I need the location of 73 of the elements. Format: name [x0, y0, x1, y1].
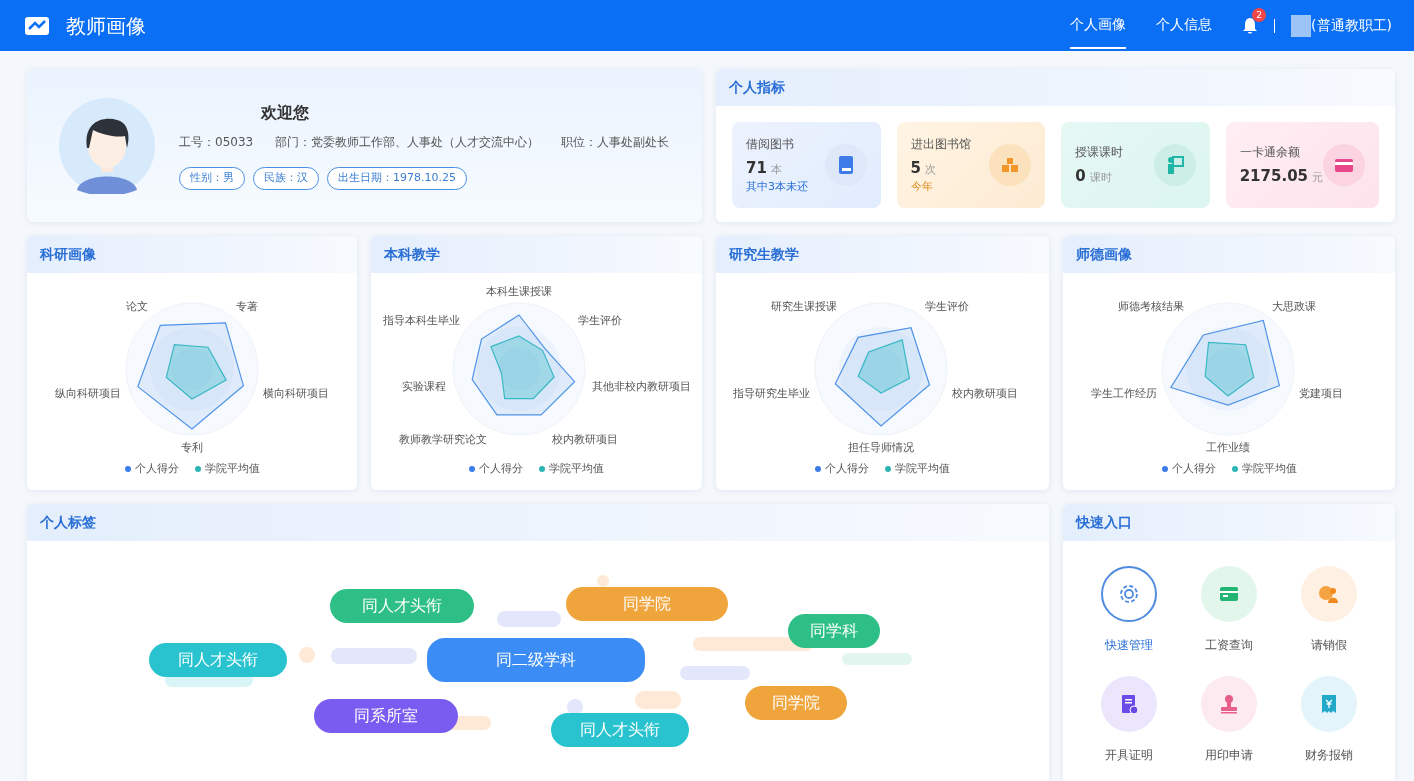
- axis-label: 指导研究生毕业: [732, 387, 810, 401]
- axis-label: 其他非校内教研项目: [592, 380, 692, 394]
- panel-title: 个人指标: [716, 69, 1395, 106]
- stat-label: 借阅图书: [746, 135, 795, 153]
- nav-tab[interactable]: 个人信息: [1156, 2, 1213, 49]
- quick-link[interactable]: 用印申请: [1179, 675, 1279, 765]
- quick-link[interactable]: 开具证明: [1079, 675, 1179, 765]
- quick-link[interactable]: 请销假: [1279, 565, 1379, 655]
- axis-label: 学生工作经历: [1090, 387, 1157, 401]
- quick-link[interactable]: 财务报销: [1279, 675, 1379, 765]
- legend-label: 个人得分: [134, 461, 179, 477]
- notification-badge: 2: [1252, 7, 1267, 22]
- tag-chip[interactable]: 同学科: [788, 614, 880, 648]
- stat-note: 今年: [910, 179, 934, 195]
- profile-field: 部门：党委教师工作部、人事处（人才交流中心）: [275, 133, 540, 152]
- panel-title: 快速入口: [1063, 504, 1395, 541]
- axis-label: 专利: [181, 441, 203, 454]
- nav-tab[interactable]: 个人画像: [1070, 2, 1127, 49]
- legend-label: 学院平均值: [1241, 461, 1297, 477]
- greeting: 欢迎您: [261, 102, 310, 125]
- stat-unit: 课时: [1089, 170, 1112, 184]
- axis-label: 论文: [125, 299, 148, 313]
- axis-label: 实验课程: [401, 380, 446, 394]
- profile-tag: 性别：男: [179, 167, 245, 190]
- axis-label: 研究生课授课: [770, 299, 837, 313]
- axis-label: 纵向科研项目: [54, 387, 121, 401]
- tag-chip[interactable]: 同人才头衔: [330, 589, 474, 623]
- panel-title: 科研画像: [27, 236, 357, 273]
- panel-title: 本科教学: [371, 236, 702, 273]
- stat-label: 授课课时: [1075, 143, 1124, 161]
- axis-label: 本科生课授课: [486, 285, 552, 298]
- user-role[interactable]: (普通教职工): [1311, 15, 1392, 36]
- legend-label: 学院平均值: [895, 461, 950, 477]
- stat-unit: 次: [925, 162, 936, 176]
- axis-label: 师德考核结果: [1117, 299, 1184, 313]
- axis-label: 指导本科生毕业: [383, 314, 461, 328]
- axis-label: 工作业绩: [1206, 441, 1250, 454]
- axis-label: 学生评价: [925, 299, 970, 313]
- axis-label: 教师教学研究论文: [398, 433, 487, 447]
- axis-label: 担任导师情况: [848, 441, 914, 454]
- axis-label: 校内教研项目: [952, 387, 1019, 401]
- stat-unit: 元: [1312, 170, 1323, 184]
- profile-tag: 民族：汉: [253, 167, 319, 190]
- app-title: 教师画像: [66, 12, 146, 40]
- legend-label: 个人得分: [825, 461, 869, 477]
- panel-title: 个人标签: [27, 504, 1049, 541]
- axis-label: 大思政课: [1272, 299, 1317, 313]
- stat-value: 71: [746, 158, 767, 177]
- profile-field: 职位：人事处副处长: [561, 133, 670, 152]
- axis-label: 学生评价: [577, 314, 622, 328]
- axis-label: 横向科研项目: [263, 387, 330, 401]
- axis-label: 党建项目: [1299, 387, 1344, 401]
- legend-label: 学院平均值: [549, 461, 604, 477]
- profile-field: 工号：05033: [179, 133, 254, 152]
- quick-link[interactable]: 工资查询: [1179, 565, 1279, 655]
- tag-chip[interactable]: 同二级学科: [427, 638, 645, 682]
- quick-link[interactable]: 快速管理: [1079, 565, 1179, 655]
- legend-label: 个人得分: [1171, 461, 1216, 477]
- panel-title: 研究生教学: [716, 236, 1049, 273]
- stat-value: 2175.05: [1239, 166, 1308, 185]
- tag-chip[interactable]: 同系所室: [314, 699, 458, 733]
- stat-unit: 本: [770, 162, 782, 176]
- axis-label: 专著: [236, 299, 259, 313]
- legend-label: 个人得分: [479, 461, 523, 477]
- stat-label: 进出图书馆: [910, 135, 971, 153]
- stat-value: 0: [1075, 166, 1086, 185]
- axis-label: 校内教研项目: [551, 433, 618, 447]
- panel-title: 师德画像: [1063, 236, 1395, 273]
- stat-label: 一卡通余额: [1239, 143, 1301, 161]
- stat-value: 5: [910, 158, 921, 177]
- stat-note: 其中3本未还: [746, 179, 808, 195]
- legend-label: 学院平均值: [204, 461, 260, 477]
- profile-tag: 出生日期：1978.10.25: [327, 167, 467, 190]
